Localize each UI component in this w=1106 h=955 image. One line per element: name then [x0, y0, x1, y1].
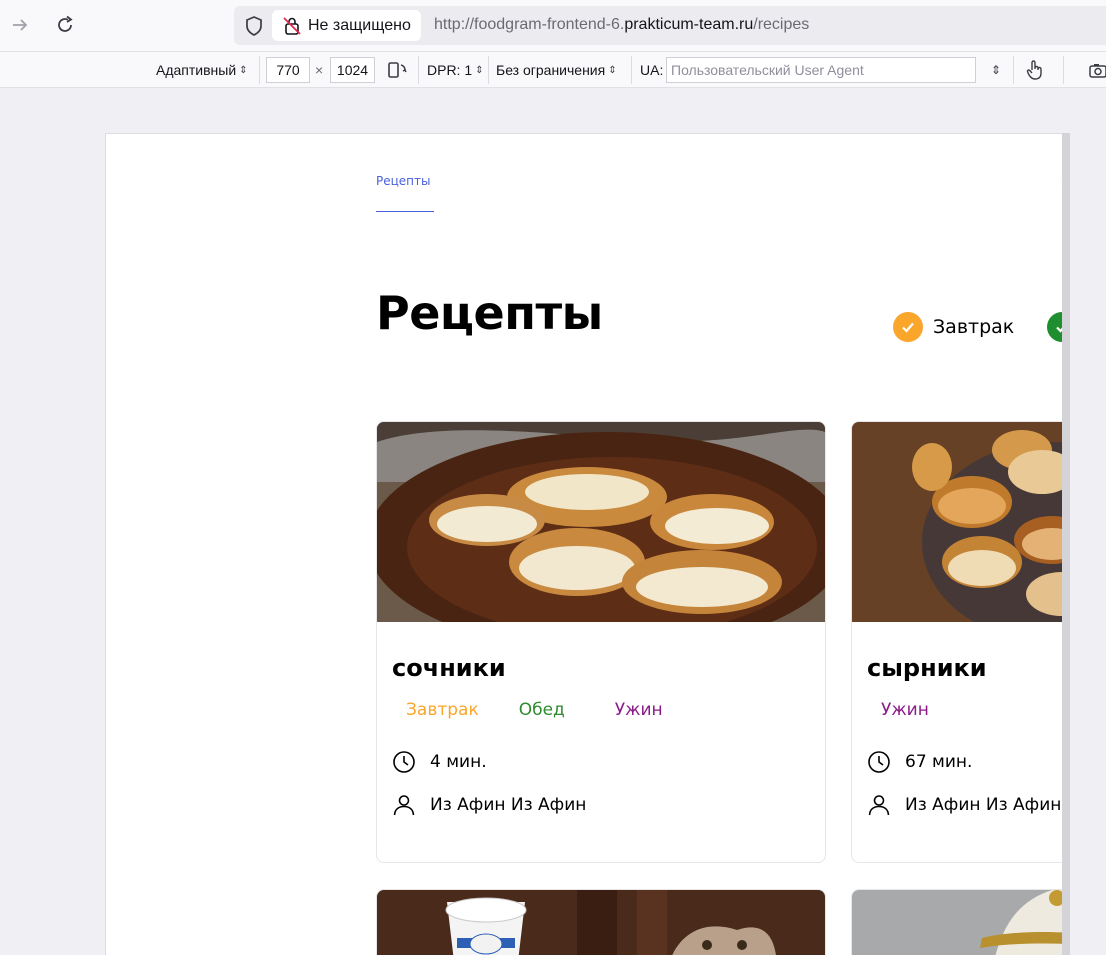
dpr-select[interactable]: DPR: 1 ⇕: [427, 52, 484, 88]
ua-label: UA:: [640, 62, 664, 78]
reload-icon[interactable]: [52, 12, 78, 38]
recipe-card[interactable]: [851, 889, 1070, 955]
browser-toolbar: Не защищено http://foodgram-frontend-6.p…: [0, 0, 1106, 52]
security-label: Не защищено: [308, 16, 411, 34]
page-title: Рецепты: [376, 286, 603, 340]
insecure-lock-icon: [282, 16, 302, 36]
recipe-author: Из Афин Из Афин: [867, 793, 1061, 817]
touch-simulation-icon[interactable]: [1025, 52, 1045, 88]
tag-list: Завтрак Обед Ужин: [392, 700, 677, 720]
recipe-author: Из Афин Из Афин: [392, 793, 586, 817]
device-viewport: Рецепты Е Рецепты Завтрак: [105, 133, 1070, 955]
tag-list: Ужин: [867, 700, 943, 720]
recipe-image[interactable]: [852, 890, 1070, 955]
forward-arrow-icon[interactable]: [7, 12, 33, 38]
rotate-icon[interactable]: [386, 52, 408, 88]
screenshot-icon[interactable]: [1088, 52, 1106, 88]
user-agent-input[interactable]: Пользовательский User Agent: [666, 57, 976, 83]
recipe-title[interactable]: сырники: [867, 654, 987, 682]
recipe-card[interactable]: [376, 889, 826, 955]
throttle-select[interactable]: Без ограничения ⇕: [496, 52, 617, 88]
tag-breakfast: Завтрак: [406, 700, 479, 720]
clock-icon: [393, 751, 415, 773]
recipe-image[interactable]: [852, 422, 1070, 622]
recipe-card[interactable]: сырники Ужин 67 мин. Из Афин Из Афин: [851, 421, 1070, 863]
recipe-image[interactable]: [377, 890, 825, 955]
tag-dinner: Ужин: [881, 700, 929, 720]
tag-lunch: Обед: [518, 700, 565, 720]
checkmark-icon: [893, 312, 923, 342]
shield-icon[interactable]: [242, 14, 266, 38]
height-input[interactable]: 1024: [330, 57, 375, 83]
url-bar[interactable]: Не защищено http://foodgram-frontend-6.p…: [234, 6, 1106, 45]
user-icon: [868, 795, 890, 816]
recipe-card[interactable]: сочники Завтрак Обед Ужин 4 мин. Из Афин…: [376, 421, 826, 863]
updown-icon: ⇕: [239, 64, 248, 76]
ua-dropdown-icon[interactable]: ⇕: [988, 52, 1001, 88]
url-text[interactable]: http://foodgram-frontend-6.prakticum-tea…: [434, 16, 809, 34]
recipe-image[interactable]: [377, 422, 825, 622]
viewport-scrollbar[interactable]: [1062, 133, 1070, 955]
filter-label: Завтрак: [933, 316, 1015, 338]
device-select[interactable]: Адаптивный ⇕: [156, 52, 248, 88]
filter-breakfast[interactable]: Завтрак: [893, 312, 1014, 342]
clock-icon: [868, 751, 890, 773]
cooking-time: 4 мин.: [392, 750, 487, 774]
nav-active-underline: [376, 211, 434, 212]
user-icon: [393, 795, 415, 816]
nav-tab-recipes[interactable]: Рецепты: [376, 174, 430, 188]
security-indicator[interactable]: Не защищено: [272, 10, 421, 41]
responsive-toolbar: Адаптивный ⇕ 770 × 1024 DPR: 1 ⇕ Без огран…: [0, 52, 1106, 88]
tag-dinner: Ужин: [614, 700, 663, 720]
recipe-title[interactable]: сочники: [392, 654, 506, 682]
cooking-time: 67 мин.: [867, 750, 972, 774]
times-sign: ×: [315, 62, 324, 78]
width-input[interactable]: 770: [266, 57, 310, 83]
